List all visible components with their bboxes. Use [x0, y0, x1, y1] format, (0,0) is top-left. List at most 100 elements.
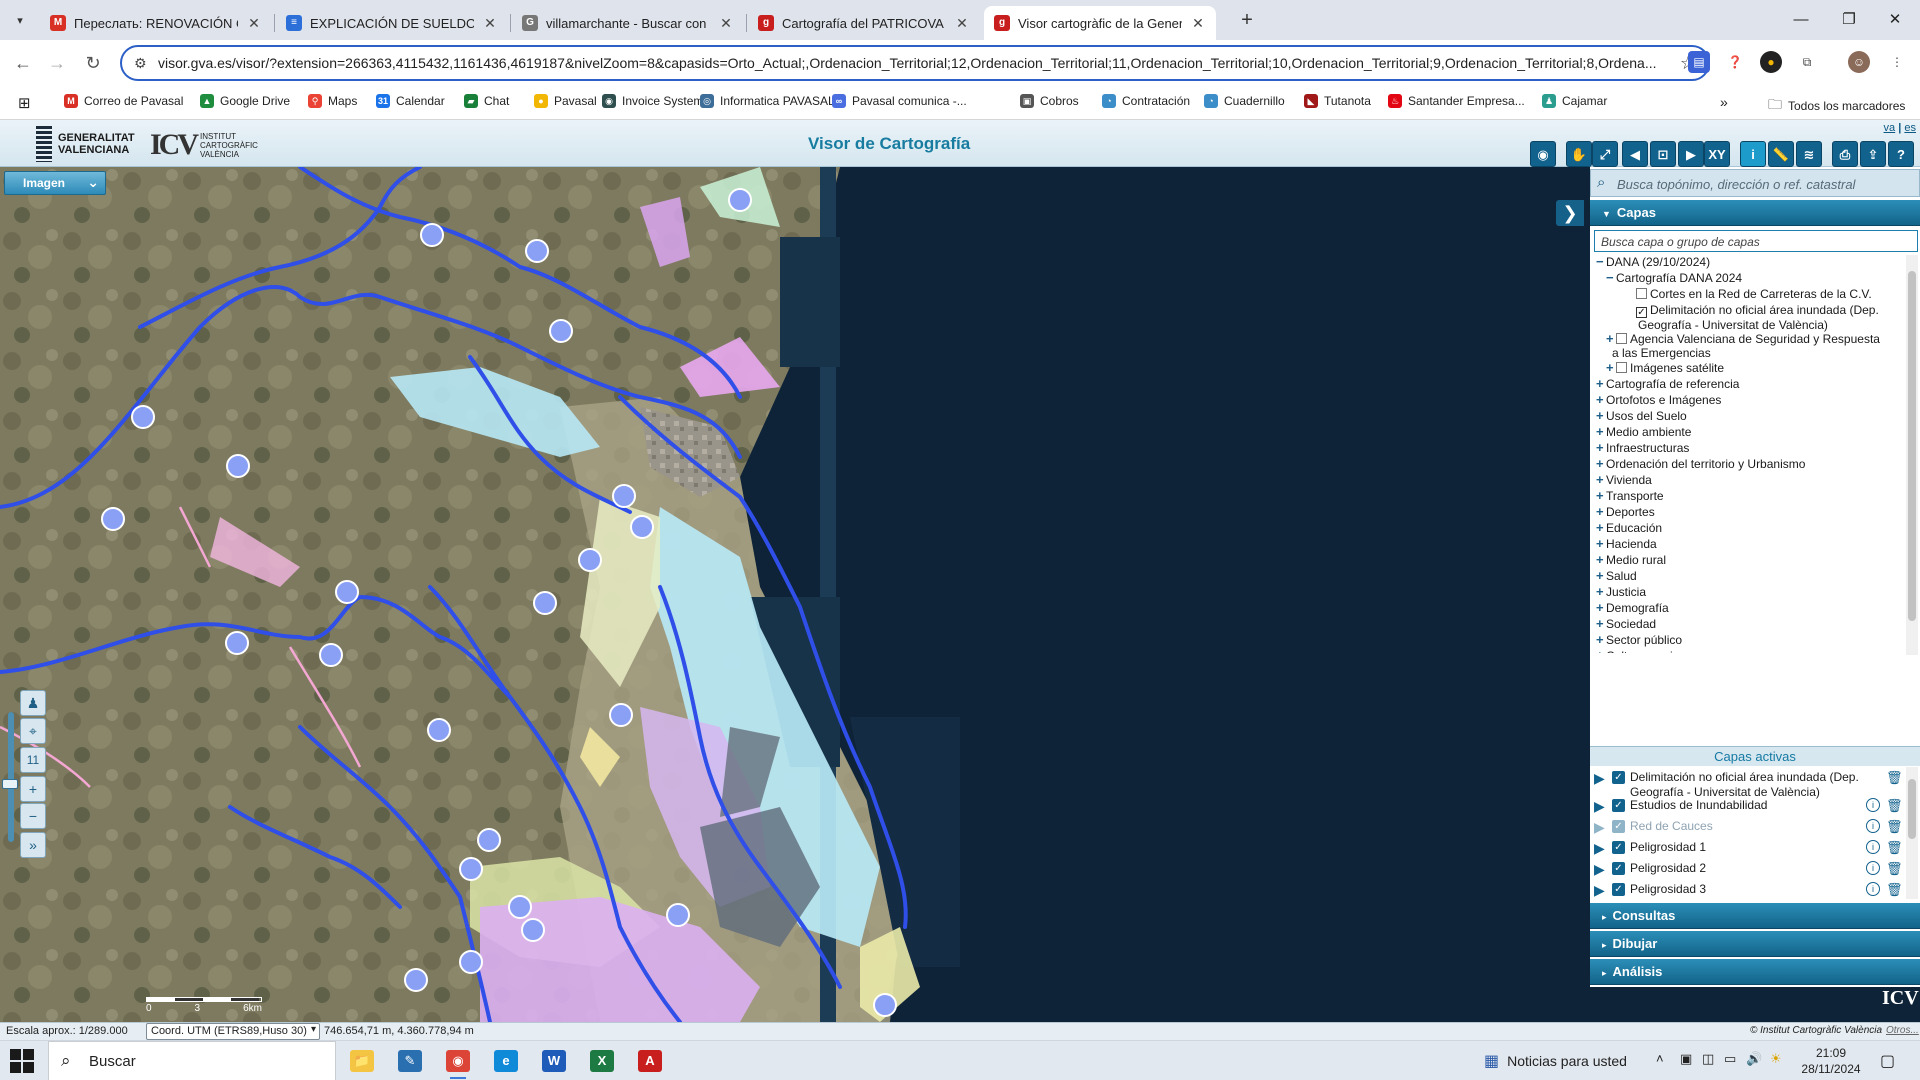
meet-now-icon[interactable]: ▣: [1680, 1051, 1692, 1067]
back-button[interactable]: ←: [8, 48, 38, 78]
profile-avatar[interactable]: ☺: [1848, 51, 1870, 73]
zoom-box-tool-icon[interactable]: ⊡: [1650, 141, 1676, 167]
layer-tree-item[interactable]: + Medio rural: [1596, 553, 1666, 568]
zoom-slider[interactable]: [8, 712, 14, 842]
layer-checkbox[interactable]: [1636, 288, 1647, 299]
taskbar-search-input[interactable]: ⌕ Buscar: [48, 1041, 336, 1080]
layer-tree-item[interactable]: Cortes en la Red de Carreteras de la C.V…: [1626, 287, 1872, 301]
layer-tree-item[interactable]: + Hacienda: [1596, 537, 1657, 552]
notifications-icon[interactable]: ▢: [1880, 1051, 1895, 1071]
extension-circle-icon[interactable]: ●: [1760, 51, 1782, 73]
minimize-button[interactable]: —: [1778, 0, 1824, 40]
info-icon[interactable]: i: [1866, 840, 1880, 854]
lang-es-link[interactable]: es: [1904, 122, 1916, 134]
bookmark-item[interactable]: M Correo de Pavasal: [64, 94, 183, 108]
trash-icon[interactable]: 🗑: [1886, 882, 1903, 898]
layer-tree-item[interactable]: + Infraestructuras: [1596, 441, 1689, 456]
layer-tree-item[interactable]: + Usos del Suelo: [1596, 409, 1687, 424]
previous-view-tool-icon[interactable]: ◀: [1622, 141, 1648, 167]
others-link[interactable]: Otros...: [1886, 1025, 1919, 1036]
windows-start-icon[interactable]: [10, 1049, 34, 1073]
browser-tab[interactable]: M Переслать: RENOVACIÓN ORD ✕: [40, 6, 272, 40]
bookmark-item[interactable]: ◣ Tutanota: [1304, 94, 1371, 108]
expand-plus-icon[interactable]: +: [1596, 425, 1606, 439]
weather-icon[interactable]: ☀: [1770, 1051, 1782, 1067]
visibility-tool-icon[interactable]: ◉: [1530, 141, 1556, 167]
layer-tree-item[interactable]: + Sociedad: [1596, 617, 1656, 632]
bookmark-item[interactable]: ◔ Contratación: [1102, 94, 1190, 108]
info-icon[interactable]: i: [1866, 861, 1880, 875]
coordinate-system-select[interactable]: Coord. UTM (ETRS89,Huso 30) ▾: [146, 1023, 320, 1040]
layer-tree-item[interactable]: + Agencia Valenciana de Seguridad y Respu…: [1606, 332, 1880, 361]
close-tab-icon[interactable]: ✕: [718, 15, 734, 32]
layer-tree-item[interactable]: − DANA (29/10/2024): [1596, 255, 1710, 269]
pan-tool-icon[interactable]: ✋: [1566, 141, 1592, 167]
layer-tree-item[interactable]: + Sector público: [1596, 633, 1682, 648]
layer-checkbox[interactable]: [1616, 333, 1627, 344]
new-tab-button[interactable]: +: [1234, 8, 1260, 34]
browser-tab[interactable]: g Visor cartogràfic de la Generalit ✕: [984, 6, 1216, 40]
active-layers-scrollbar[interactable]: [1906, 767, 1918, 899]
zoom-in-button[interactable]: +: [20, 776, 46, 802]
expand-plus-icon[interactable]: +: [1596, 537, 1606, 551]
site-info-icon[interactable]: ⚙: [134, 55, 147, 72]
play-icon[interactable]: ▶: [1594, 861, 1605, 878]
place-search-input[interactable]: ⌕ Busca topónimo, dirección o ref. catas…: [1590, 169, 1920, 197]
news-widget[interactable]: ▦ Noticias para usted: [1484, 1051, 1627, 1071]
bookmark-item[interactable]: ▲ Google Drive: [200, 94, 290, 108]
street-view-pegman-icon[interactable]: ♟: [20, 690, 46, 716]
close-tab-icon[interactable]: ✕: [954, 15, 970, 32]
capas-header[interactable]: ▼ Capas: [1590, 200, 1920, 226]
expand-plus-icon[interactable]: +: [1596, 489, 1606, 503]
layer-tree-scrollbar[interactable]: [1906, 255, 1918, 655]
expand-plus-icon[interactable]: +: [1596, 457, 1606, 471]
play-icon[interactable]: ▶: [1594, 882, 1605, 899]
chrome-taskbar-icon[interactable]: ◉: [442, 1046, 474, 1079]
layer-checkbox[interactable]: ✓: [1636, 307, 1647, 318]
layer-tree-item[interactable]: + Salud: [1596, 569, 1637, 584]
bookmark-item[interactable]: ▣ Cobros: [1020, 94, 1079, 108]
expand-plus-icon[interactable]: +: [1596, 649, 1606, 654]
layer-search-input[interactable]: Busca capa o grupo de capas: [1594, 230, 1918, 252]
extensions-puzzle-icon[interactable]: ⧉: [1796, 51, 1818, 73]
layer-tree-item[interactable]: + Demografía: [1596, 601, 1669, 616]
bookmarks-overflow-icon[interactable]: »: [1720, 94, 1728, 110]
active-layer-row[interactable]: ▶ ✓ Estudios de Inundabilidad i 🗑: [1590, 797, 1906, 817]
play-icon[interactable]: ▶: [1594, 840, 1605, 857]
layer-tree-item[interactable]: +Cultura y ocio: [1596, 649, 1679, 654]
help-tool-icon[interactable]: ?: [1888, 141, 1914, 167]
extension-icon[interactable]: ▤: [1688, 51, 1710, 73]
scrollbar-thumb[interactable]: [1908, 779, 1916, 839]
expand-plus-icon[interactable]: +: [1596, 601, 1606, 615]
consultas-section[interactable]: ▸ Consultas: [1590, 903, 1920, 929]
dibujar-section[interactable]: ▸ Dibujar: [1590, 931, 1920, 957]
bookmark-item[interactable]: ◎ Informatica PAVASAL: [700, 94, 835, 108]
active-layer-checkbox[interactable]: ✓: [1612, 841, 1625, 854]
reload-button[interactable]: ↻: [78, 48, 108, 78]
print-tool-icon[interactable]: ⎙: [1832, 141, 1858, 167]
zoom-slider-handle[interactable]: [2, 779, 18, 789]
locate-icon[interactable]: ⌖: [20, 718, 46, 744]
bookmark-item[interactable]: ⚲ Maps: [308, 94, 357, 108]
layer-tree-item[interactable]: + Medio ambiente: [1596, 425, 1691, 440]
file-explorer-taskbar-icon[interactable]: 📁: [346, 1046, 378, 1076]
bookmark-item[interactable]: ▰ Chat: [464, 94, 509, 108]
layer-checkbox[interactable]: [1616, 362, 1627, 373]
play-icon[interactable]: ▶: [1594, 770, 1605, 787]
bookmark-item[interactable]: ◉ Invoice System: [602, 94, 703, 108]
expand-plus-icon[interactable]: +: [1596, 505, 1606, 519]
trash-icon[interactable]: 🗑: [1886, 819, 1903, 835]
xy-tool-icon[interactable]: XY: [1704, 141, 1730, 167]
address-bar[interactable]: ⚙ visor.gva.es/visor/?extension=266363,4…: [120, 45, 1710, 81]
browser-tab[interactable]: ≡ EXPLICACIÓN DE SUELDOS 202 ✕: [276, 6, 508, 40]
word-taskbar-icon[interactable]: W: [538, 1046, 570, 1076]
expand-controls-icon[interactable]: »: [20, 832, 46, 858]
excel-taskbar-icon[interactable]: X: [586, 1046, 618, 1076]
expand-plus-icon[interactable]: +: [1596, 617, 1606, 631]
bookmark-item[interactable]: ♨ Santander Empresa...: [1388, 94, 1525, 108]
zoom-out-button[interactable]: −: [20, 803, 46, 829]
collapse-minus-icon[interactable]: −: [1596, 255, 1606, 269]
layer-tree-item[interactable]: + Imágenes satélite: [1606, 361, 1724, 376]
close-tab-icon[interactable]: ✕: [246, 15, 262, 32]
all-bookmarks-folder[interactable]: 🗀 Todos los marcadores: [1768, 94, 1905, 118]
